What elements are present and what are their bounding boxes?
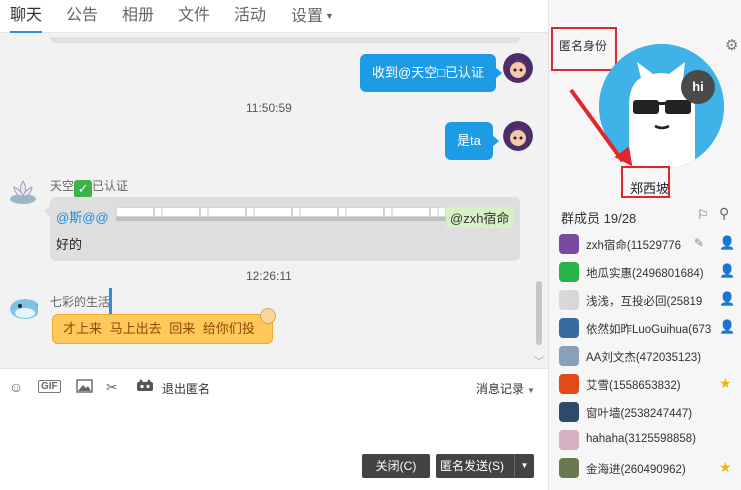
member-row[interactable]: 地瓜实惠(2496801684) 👤 — [559, 260, 741, 288]
sender-name: 七彩的生活 — [50, 295, 111, 309]
member-row[interactable]: hahaha(3125598858) — [559, 428, 741, 456]
tab-settings-label: 设置 — [291, 8, 324, 25]
member-name: hahaha(3125598858) — [586, 433, 696, 445]
screenshot-thumbnail[interactable] — [116, 207, 446, 217]
sender-nickname: 天空 — [50, 179, 75, 193]
member-name: 地瓜实惠(2496801684) — [586, 268, 704, 280]
gif-icon[interactable]: GIF — [38, 380, 61, 393]
previous-message-edge — [50, 37, 520, 43]
anonymous-send-button[interactable]: 匿名发送(S) ▼ — [436, 454, 534, 478]
screenshot-thumbnail-bar — [116, 217, 446, 221]
member-avatar[interactable] — [559, 458, 579, 478]
member-name: 依然如昨LuoGuihua(673 — [586, 324, 712, 336]
lotus-avatar[interactable] — [8, 177, 38, 207]
member-avatar[interactable] — [559, 262, 579, 282]
sender-suffix: 已认证 — [92, 179, 129, 193]
mention-tag[interactable]: @zxh宿命 — [446, 207, 514, 228]
self-avatar — [503, 121, 533, 151]
annotation-highlight-box — [621, 166, 670, 198]
mention-text[interactable]: @斯@@ — [56, 207, 109, 226]
tab-files[interactable]: 文件 — [178, 5, 210, 33]
caret-down-icon: ▼ — [527, 386, 535, 395]
member-avatar[interactable] — [559, 374, 579, 394]
member-settings-icon[interactable]: ⚐ — [697, 207, 709, 223]
anonymous-mask-icon[interactable] — [136, 379, 154, 396]
member-name: 窗叶墙(2538247447) — [586, 408, 693, 420]
person-icon: 👤 — [719, 263, 736, 278]
right-panel: 匿名身份 ⚙ hi 郑西坡 群成员 19/28 ⚐ ⚲ zxh宿命(115297… — [548, 0, 741, 490]
group-members-header: 群成员 19/28 — [561, 208, 636, 227]
member-row[interactable]: AA刘文杰(472035123) — [559, 344, 741, 372]
member-row[interactable]: 浅浅，互投必回(25819 👤 — [559, 288, 741, 316]
search-icon[interactable]: ⚲ — [719, 205, 729, 222]
reply-text: 好的 — [56, 237, 83, 252]
top-nav: 聊天 公告 相册 文件 活动 设置 ▼ — [0, 0, 548, 33]
bubble-decoration-icon — [260, 308, 276, 324]
tab-announcement[interactable]: 公告 — [66, 5, 98, 33]
member-row[interactable]: 艾雪(1558653832) ★ — [559, 372, 741, 400]
timestamp: 12:26:11 — [246, 269, 292, 283]
member-row[interactable]: 依然如昨LuoGuihua(673 👤 — [559, 316, 741, 344]
member-name: AA刘文杰(472035123) — [586, 352, 702, 364]
sender-name: 天空 ✓ 已认证 — [50, 177, 128, 198]
star-icon: ★ — [719, 375, 732, 391]
send-options-chevron-icon[interactable]: ▼ — [514, 454, 534, 478]
exit-anonymous-button[interactable]: 退出匿名 — [162, 380, 210, 397]
message-history-label: 消息记录 — [476, 382, 525, 396]
member-name: 艾雪(1558653832) — [586, 380, 681, 392]
member-avatar[interactable] — [559, 402, 579, 422]
member-avatar[interactable] — [559, 290, 579, 310]
emoji-icon[interactable]: ☺ — [9, 379, 23, 395]
annotation-highlight-box — [551, 27, 617, 71]
close-button[interactable]: 关闭(C) — [362, 454, 430, 478]
member-avatar[interactable] — [559, 346, 579, 366]
timestamp: 11:50:59 — [246, 101, 292, 115]
person-icon: 👤 — [719, 319, 736, 334]
chat-scrollbar[interactable] — [536, 281, 542, 345]
message-bubble-other: @斯@@ @zxh宿命 好的 — [44, 197, 520, 261]
tab-chat[interactable]: 聊天 — [10, 5, 43, 33]
members-count: 19/28 — [603, 211, 637, 226]
star-icon: ★ — [719, 459, 732, 475]
member-row[interactable]: 窗叶墙(2538247447) — [559, 400, 741, 428]
verified-check-icon: ✓ — [74, 180, 93, 198]
tab-settings[interactable]: 设置 ▼ — [291, 5, 334, 33]
anonymous-send-label: 匿名发送(S) — [440, 459, 504, 473]
edit-icon[interactable]: ✎ — [694, 236, 704, 250]
message-bubble-self: 收到@天空□已认证 — [360, 54, 503, 92]
message-bubble-other-styled: 才上来 马上出去 回来 给你们投 — [52, 314, 273, 344]
caret-down-icon: ▼ — [325, 11, 334, 21]
gear-icon[interactable]: ⚙ — [725, 36, 738, 54]
tab-activities[interactable]: 活动 — [234, 5, 266, 33]
image-icon[interactable] — [76, 379, 93, 396]
chat-area[interactable]: 收到@天空□已认证 11:50:59 是ta 天空 ✓ 已认证 @斯@@ @zxh宿… — [0, 33, 548, 368]
message-bubble-self: 是ta — [445, 122, 499, 160]
members-label: 群成员 — [561, 211, 601, 226]
person-icon: 👤 — [719, 291, 736, 306]
member-row[interactable]: zxh宿命(11529776 👤 — [559, 232, 741, 260]
message-history-button[interactable]: 消息记录 ▼ — [476, 380, 535, 397]
self-avatar — [503, 53, 533, 83]
member-row[interactable]: 金海进(260490962) ★ — [559, 456, 741, 484]
input-toolbar: ☺ GIF ✂ 退出匿名 消息记录 ▼ — [0, 368, 548, 406]
member-avatar[interactable] — [559, 318, 579, 338]
screenshot-scissors-icon[interactable]: ✂ — [106, 379, 118, 396]
hi-badge[interactable]: hi — [681, 70, 715, 104]
member-name: 金海进(260490962) — [586, 464, 686, 476]
tab-album[interactable]: 相册 — [122, 5, 154, 33]
scroll-down-icon[interactable]: ﹀ — [534, 353, 544, 368]
member-name: 浅浅，互投必回(25819 — [586, 296, 703, 308]
person-icon: 👤 — [719, 235, 736, 250]
member-avatar[interactable] — [559, 430, 579, 450]
dolphin-avatar[interactable] — [8, 293, 38, 323]
member-avatar[interactable] — [559, 234, 579, 254]
